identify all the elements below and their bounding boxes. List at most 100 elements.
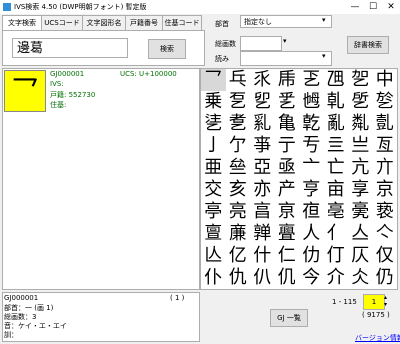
tab-moji-kensaku[interactable]: 文字検索 [2,15,42,31]
chevron-down-icon[interactable]: ▾ [322,16,326,24]
result-glyph[interactable]: 亁 [299,113,324,135]
result-glyph[interactable]: 亊 [250,135,275,157]
result-glyph[interactable]: 中 [373,69,398,91]
result-glyph[interactable]: 京 [373,179,398,201]
result-glyph[interactable]: 亱 [299,201,324,223]
result-glyph[interactable]: 亦 [250,179,275,201]
result-glyph[interactable]: 亹 [275,223,300,245]
result-glyph[interactable]: 仁 [275,245,300,267]
result-glyph[interactable]: 亃 [348,113,373,135]
result-glyph[interactable]: 亰 [275,201,300,223]
version-info-link[interactable]: バージョン情報 [355,333,400,343]
result-glyph[interactable]: 亂 [324,113,349,135]
result-glyph[interactable]: 介 [324,267,349,289]
result-glyph[interactable]: 亥 [226,179,251,201]
result-glyph[interactable]: 乮 [250,91,275,113]
result-glyph[interactable]: 仄 [348,245,373,267]
result-glyph[interactable]: 亗 [348,135,373,157]
result-glyph[interactable]: 仆 [201,267,226,289]
search-button[interactable]: 検索 [148,39,186,59]
yomi-input[interactable] [240,51,332,66]
result-glyph[interactable]: 亠 [299,157,324,179]
result-glyph[interactable]: 亷 [226,223,251,245]
minimize-button[interactable]: — [346,0,364,14]
tab-juki-code[interactable]: 住基コード [162,15,202,30]
result-glyph[interactable]: 乑 [250,69,275,91]
result-glyph[interactable]: 人 [299,223,324,245]
tab-ucs-code[interactable]: UCSコード [41,15,83,30]
result-glyph[interactable]: 乽 [226,113,251,135]
result-glyph[interactable]: 仂 [299,245,324,267]
result-glyph[interactable]: 亡 [324,157,349,179]
result-glyph[interactable]: 亍 [275,135,300,157]
result-glyph[interactable]: 乸 [299,91,324,113]
gj-list-button[interactable]: GJ 一覧 [270,309,308,327]
result-glyph[interactable]: 仃 [324,245,349,267]
result-glyph[interactable]: 仈 [250,267,275,289]
maximize-button[interactable]: ☐ [364,0,382,14]
result-glyph[interactable]: 亇 [226,135,251,157]
kakusu-input[interactable] [240,36,282,51]
result-glyph[interactable]: 今 [299,267,324,289]
result-glyph[interactable]: 亀 [275,113,300,135]
close-button[interactable]: ✕ [382,0,400,14]
result-glyph[interactable]: 亅 [201,135,226,157]
result-glyph[interactable]: 仍 [373,267,398,289]
result-glyph[interactable]: 亜 [201,157,226,179]
result-glyph[interactable]: 亮 [226,201,251,223]
result-glyph[interactable]: 亝 [226,157,251,179]
result-glyph[interactable]: 乓 [226,69,251,91]
result-glyph[interactable]: 仇 [226,267,251,289]
result-glyph[interactable]: 亢 [348,157,373,179]
result-glyph[interactable]: 亳 [324,201,349,223]
page-spinner-icon[interactable]: ▴ ▾ [384,294,387,308]
result-glyph[interactable]: 乿 [250,113,275,135]
yomi-dropdown-icon[interactable]: ▾ [322,52,326,60]
result-glyph[interactable]: 乪 [324,69,349,91]
result-glyph[interactable]: 亐 [299,135,324,157]
result-glyph[interactable]: 亄 [373,113,398,135]
result-glyph[interactable]: 亵 [373,201,398,223]
result-glyph[interactable]: 仌 [348,267,373,289]
bushu-select[interactable]: 指定なし [240,15,332,28]
result-glyph[interactable]: 亞 [250,157,275,179]
result-glyph[interactable]: 亾 [201,245,226,267]
result-glyph[interactable]: 亶 [201,223,226,245]
result-glyph[interactable]: 乭 [226,91,251,113]
result-glyph[interactable]: 亽 [373,223,398,245]
result-glyph[interactable]: 亣 [373,157,398,179]
result-glyph[interactable]: 乤 [299,69,324,91]
tab-moji-zukei-mei[interactable]: 文字図形名 [82,15,126,30]
result-glyph[interactable]: 乺 [348,91,373,113]
result-glyph[interactable]: 享 [348,179,373,201]
result-glyph[interactable]: 亸 [250,223,275,245]
kakusu-dropdown-icon[interactable]: ▾ [283,37,287,45]
result-glyph[interactable]: 亙 [373,135,398,157]
result-glyph[interactable]: 亯 [250,201,275,223]
result-glyph[interactable]: 亿 [226,245,251,267]
tab-koseki-bango[interactable]: 戸籍番号 [125,15,163,30]
result-glyph[interactable]: 什 [250,245,275,267]
result-glyph[interactable]: 乕 [275,69,300,91]
result-glyph[interactable]: 亩 [324,179,349,201]
result-glyph[interactable]: 交 [201,179,226,201]
result-glyph[interactable]: 乗 [201,91,226,113]
page-input[interactable]: 1 [363,294,385,310]
result-glyph[interactable]: 仅 [373,245,398,267]
result-glyph[interactable]: 乯 [275,91,300,113]
result-glyph[interactable]: 产 [275,179,300,201]
search-input[interactable]: 邊葛 [12,38,128,58]
result-glyph[interactable]: 乫 [348,69,373,91]
result-glyph[interactable]: 乻 [373,91,398,113]
result-glyph[interactable]: 亻 [324,223,349,245]
result-glyph[interactable]: 亴 [348,201,373,223]
result-glyph[interactable]: 仉 [275,267,300,289]
jisho-search-button[interactable]: 辞書検索 [347,36,389,54]
result-glyph[interactable]: 乹 [324,91,349,113]
result-glyph[interactable]: 乛 [201,69,226,91]
result-glyph[interactable]: 亖 [324,135,349,157]
result-glyph[interactable]: 亨 [299,179,324,201]
result-glyph[interactable]: 亼 [348,223,373,245]
result-glyph[interactable]: 亭 [201,201,226,223]
result-glyph[interactable]: 亟 [275,157,300,179]
